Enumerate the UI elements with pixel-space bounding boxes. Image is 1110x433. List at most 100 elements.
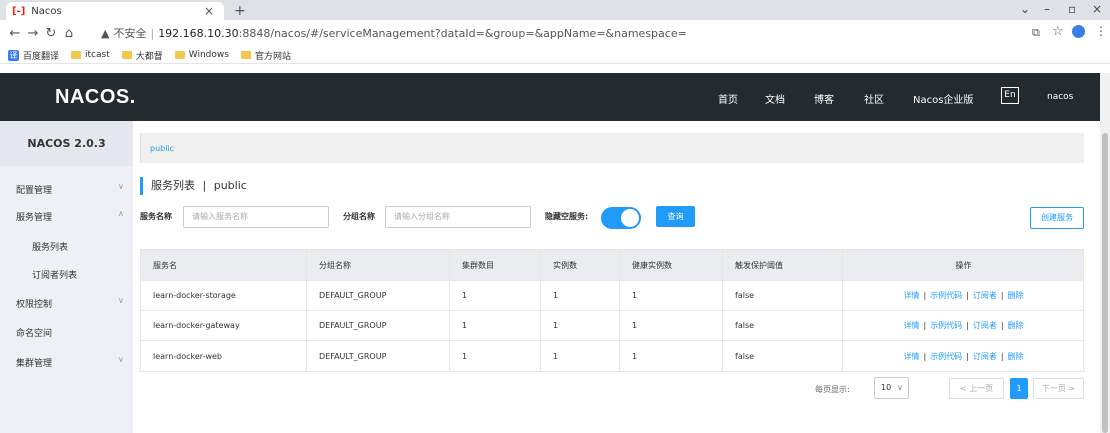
warning-icon: ▲: [101, 26, 110, 40]
col-service-name: 服务名: [141, 250, 307, 280]
detail-link[interactable]: 详情: [903, 320, 919, 331]
cell-service-name: learn-docker-storage: [141, 281, 307, 310]
close-tab-icon[interactable]: ×: [204, 4, 214, 18]
chevron-up-icon: ∧: [118, 209, 124, 218]
nacos-logo[interactable]: NACOS.: [55, 86, 136, 109]
page-number-current[interactable]: 1: [1010, 378, 1028, 399]
translate-icon[interactable]: ⧉: [1032, 26, 1040, 40]
col-operations: 操作: [955, 260, 972, 270]
delete-link[interactable]: 删除: [1008, 351, 1024, 362]
delete-link[interactable]: 删除: [1008, 290, 1024, 301]
hide-empty-toggle[interactable]: [601, 207, 641, 229]
cell-group: DEFAULT_GROUP: [307, 281, 450, 310]
sample-code-link[interactable]: 示例代码: [930, 320, 962, 331]
namespace-public-link[interactable]: public: [150, 144, 174, 153]
detail-link[interactable]: 详情: [903, 351, 919, 362]
browser-tab[interactable]: [-] Nacos ×: [6, 2, 224, 20]
folder-icon: [240, 51, 251, 59]
col-group-name: 分组名称: [307, 250, 450, 280]
nav-home[interactable]: 首页: [718, 91, 738, 106]
cell-operations: 详情 | 示例代码 | 订阅者 | 删除: [903, 290, 1024, 301]
bookmark-windows[interactable]: Windows: [174, 50, 229, 60]
folder-icon: [121, 51, 132, 59]
col-healthy-count: 健康实例数: [620, 250, 723, 280]
sidebar-item-service-list[interactable]: 服务列表: [32, 240, 68, 253]
sidebar-item-config[interactable]: 配置管理: [16, 183, 52, 196]
chevron-down-icon: ∨: [118, 355, 124, 364]
query-button[interactable]: 查询: [656, 206, 695, 227]
sidebar-item-subscribers[interactable]: 订阅者列表: [32, 268, 77, 281]
folder-icon: [174, 51, 185, 59]
detail-link[interactable]: 详情: [903, 290, 919, 301]
service-table: 服务名 分组名称 集群数目 实例数 健康实例数 触发保护阈值 操作 learn-…: [140, 249, 1084, 372]
cell-clusters: 1: [450, 311, 541, 340]
bookmarks-bar: 译百度翻译 itcast 大都督 Windows 官方网站: [0, 47, 1110, 64]
cell-clusters: 1: [450, 281, 541, 310]
cell-instances: 1: [541, 341, 620, 371]
forward-icon[interactable]: →: [24, 26, 42, 41]
nav-docs[interactable]: 文档: [765, 91, 785, 106]
page-size-select[interactable]: 10 ∨: [874, 377, 909, 399]
subscribers-link[interactable]: 订阅者: [973, 351, 997, 362]
url-host: 192.168.10.30: [158, 26, 239, 40]
create-service-button[interactable]: 创建服务: [1030, 207, 1084, 229]
scrollbar-thumb[interactable]: [1102, 133, 1108, 433]
cell-operations: 详情 | 示例代码 | 订阅者 | 删除: [903, 320, 1024, 331]
sample-code-link[interactable]: 示例代码: [930, 351, 962, 362]
next-page-button[interactable]: 下一页 >: [1033, 378, 1084, 399]
cell-healthy: 1: [620, 281, 723, 310]
delete-link[interactable]: 删除: [1008, 320, 1024, 331]
url-divider: |: [150, 26, 155, 40]
new-tab-icon[interactable]: +: [234, 3, 246, 19]
col-threshold: 触发保护阈值: [723, 250, 843, 280]
subscribers-link[interactable]: 订阅者: [973, 290, 997, 301]
menu-icon[interactable]: ⋮: [1095, 24, 1107, 38]
group-name-input[interactable]: 请输入分组名称: [385, 206, 531, 228]
user-name[interactable]: nacos: [1047, 92, 1073, 102]
sidebar-item-namespace[interactable]: 命名空间: [16, 326, 52, 339]
maximize-icon[interactable]: ▫: [1068, 2, 1076, 16]
back-icon[interactable]: ←: [6, 26, 24, 41]
table-row: learn-docker-storage DEFAULT_GROUP 1 1 1…: [141, 281, 1083, 311]
chevron-down-icon: ∨: [118, 296, 124, 305]
cell-operations: 详情 | 示例代码 | 订阅者 | 删除: [903, 351, 1024, 362]
language-toggle[interactable]: En: [1001, 87, 1019, 104]
cell-threshold: false: [723, 281, 843, 310]
bookmark-baidu-translate[interactable]: 译百度翻译: [8, 49, 59, 62]
bookmark-official-site[interactable]: 官方网站: [240, 49, 291, 62]
cell-service-name: learn-docker-web: [141, 341, 307, 371]
cell-group: DEFAULT_GROUP: [307, 311, 450, 340]
insecure-label: 不安全: [113, 27, 147, 40]
col-instance-count: 实例数: [541, 250, 620, 280]
home-icon[interactable]: ⌂: [60, 26, 78, 41]
star-icon[interactable]: ☆: [1052, 24, 1064, 39]
bookmark-itcast[interactable]: itcast: [71, 50, 110, 60]
url-input[interactable]: ▲ 不安全 | 192.168.10.30:8848/nacos/#/servi…: [101, 22, 687, 44]
nav-blog[interactable]: 博客: [814, 91, 834, 106]
sample-code-link[interactable]: 示例代码: [930, 290, 962, 301]
service-name-input[interactable]: 请输入服务名称: [183, 206, 329, 228]
sidebar: NACOS 2.0.3 配置管理 ∨ 服务管理 ∧ 服务列表 订阅者列表 权限控制 ∨…: [0, 121, 133, 433]
reload-icon[interactable]: ↻: [42, 26, 60, 41]
namespace-breadcrumb: public: [140, 133, 1084, 163]
minimize-icon[interactable]: –: [1044, 2, 1050, 16]
prev-page-button[interactable]: < 上一页: [949, 378, 1004, 399]
address-bar-row: ← → ↻ ⌂ ▲ 不安全 | 192.168.10.30:8848/nacos…: [0, 20, 1110, 47]
sidebar-item-auth[interactable]: 权限控制: [16, 297, 52, 310]
tab-search-icon[interactable]: ⌄: [1020, 2, 1030, 16]
group-name-label: 分组名称: [343, 212, 375, 221]
cell-threshold: false: [723, 341, 843, 371]
col-cluster-count: 集群数目: [450, 250, 541, 280]
bookmark-dadudu[interactable]: 大都督: [121, 49, 163, 62]
nav-enterprise[interactable]: Nacos企业版: [913, 91, 973, 106]
cell-healthy: 1: [620, 311, 723, 340]
table-row: learn-docker-web DEFAULT_GROUP 1 1 1 fal…: [141, 341, 1083, 371]
sidebar-item-cluster[interactable]: 集群管理: [16, 356, 52, 369]
chevron-down-icon: ∨: [118, 182, 124, 191]
nav-community[interactable]: 社区: [864, 91, 884, 106]
top-header: NACOS. 首页 文档 博客 社区 Nacos企业版 En nacos: [0, 73, 1100, 121]
sidebar-item-service[interactable]: 服务管理: [16, 210, 52, 223]
profile-avatar[interactable]: [1072, 25, 1085, 38]
close-window-icon[interactable]: ×: [1092, 2, 1102, 16]
subscribers-link[interactable]: 订阅者: [973, 320, 997, 331]
